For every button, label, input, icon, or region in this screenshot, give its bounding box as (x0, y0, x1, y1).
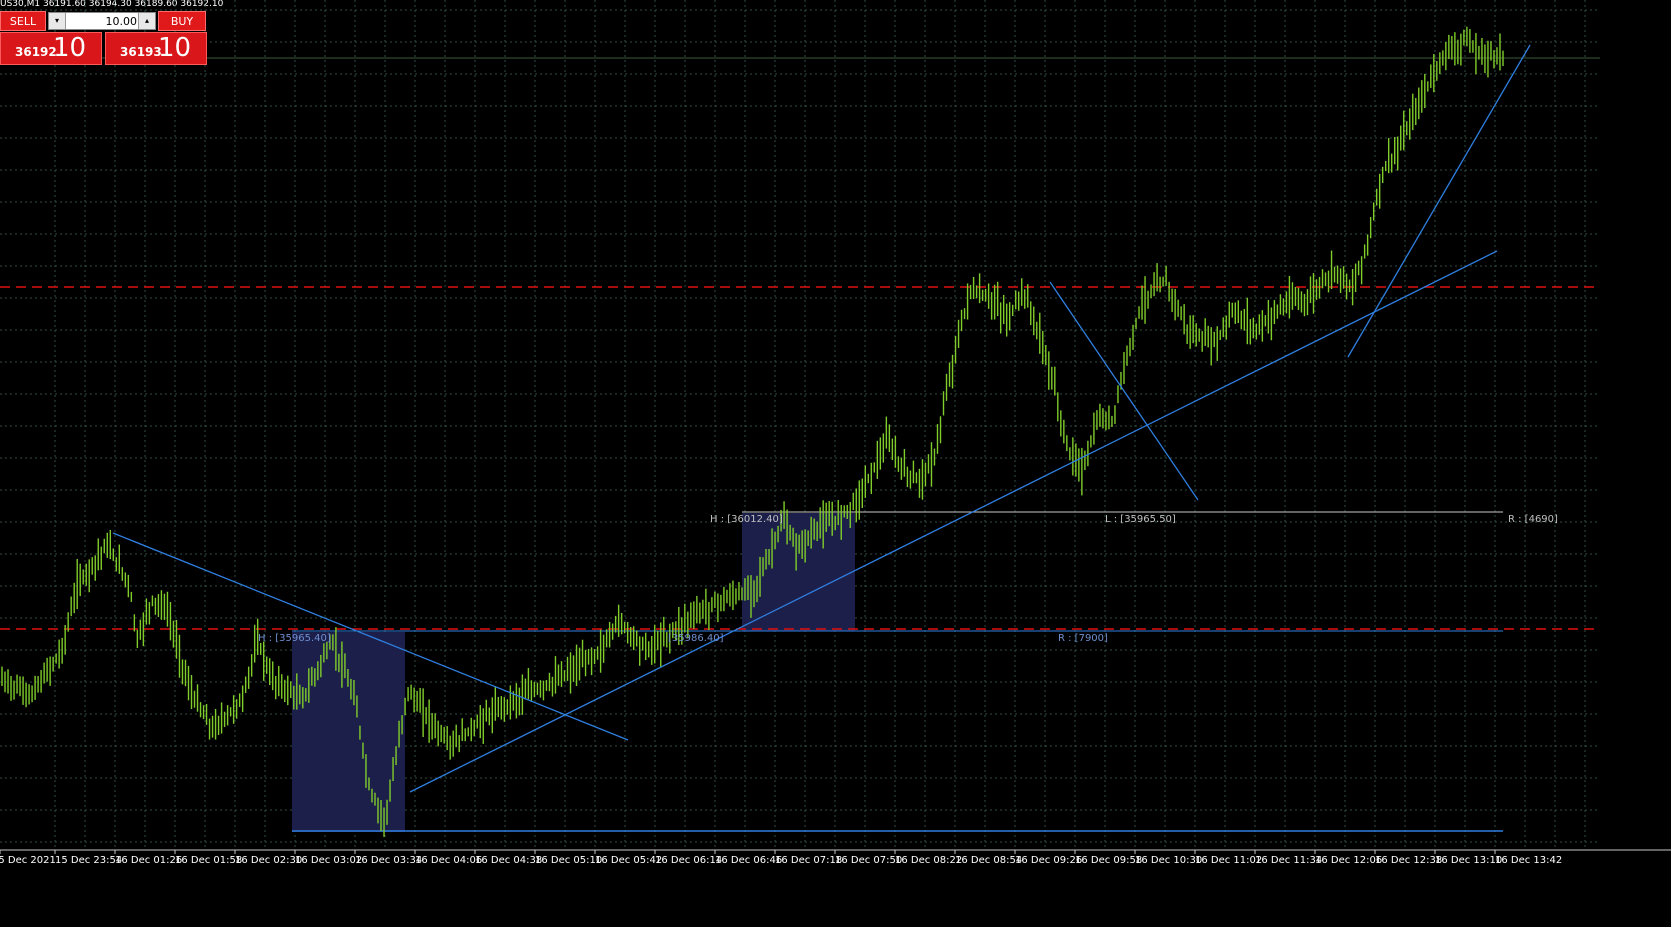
low-label: L : [35965.50] (1105, 514, 1176, 525)
box-high-label-1: H : [35965.40] (258, 633, 331, 644)
range-label-2: R : [7900] (1058, 633, 1108, 644)
time-label: 16 Dec 07:50 (835, 855, 902, 866)
sell-price-main: 36192 (15, 45, 57, 59)
range-label-1: R : [4690] (1508, 514, 1558, 525)
sell-button[interactable]: SELL (0, 11, 46, 31)
range-box-2 (742, 513, 855, 631)
time-label: 16 Dec 11:34 (1255, 855, 1322, 866)
time-label: 16 Dec 03:34 (355, 855, 422, 866)
buy-price-main: 36193 (120, 45, 162, 59)
time-label: 16 Dec 05:42 (595, 855, 662, 866)
lot-increase-icon[interactable]: ▴ (138, 13, 155, 29)
one-click-trade-panel: SELL ▾ ▴ BUY 36192 10 36193 10 (0, 10, 208, 67)
time-label: 16 Dec 03:02 (295, 855, 362, 866)
buy-button[interactable]: BUY (158, 11, 206, 31)
time-label: 15 Dec 2021 (0, 855, 56, 866)
mid-level-label: [35986.40] (668, 633, 724, 644)
box-high-label-2: H : [36012.40] (710, 514, 783, 525)
buy-price-button[interactable]: 36193 10 (105, 32, 207, 65)
time-label: 16 Dec 04:38 (475, 855, 542, 866)
range-box-1 (292, 632, 405, 832)
time-label: 16 Dec 13:10 (1435, 855, 1502, 866)
time-label: 16 Dec 01:58 (175, 855, 242, 866)
time-label: 16 Dec 06:14 (655, 855, 722, 866)
time-label: 16 Dec 12:06 (1315, 855, 1382, 866)
time-label: 16 Dec 02:30 (235, 855, 302, 866)
time-label: 16 Dec 01:26 (115, 855, 182, 866)
buy-price-big: 10 (158, 33, 192, 63)
time-label: 15 Dec 23:54 (55, 855, 122, 866)
time-label: 16 Dec 10:30 (1135, 855, 1202, 866)
sell-price-button[interactable]: 36192 10 (0, 32, 102, 65)
trend-line (409, 250, 1498, 793)
time-label: 16 Dec 05:10 (535, 855, 602, 866)
time-label: 16 Dec 04:06 (415, 855, 482, 866)
time-label: 16 Dec 12:38 (1375, 855, 1442, 866)
time-label: 16 Dec 06:46 (715, 855, 782, 866)
sell-price-big: 10 (53, 33, 87, 63)
time-label: 16 Dec 08:22 (895, 855, 962, 866)
time-label: 16 Dec 11:02 (1195, 855, 1262, 866)
lot-decrease-icon[interactable]: ▾ (49, 13, 66, 29)
lot-size-input[interactable] (67, 13, 139, 29)
time-label: 16 Dec 13:42 (1495, 855, 1562, 866)
lot-stepper: ▾ ▴ (48, 12, 156, 30)
time-label: 16 Dec 07:18 (775, 855, 842, 866)
time-label: 16 Dec 09:58 (1075, 855, 1142, 866)
price-chart[interactable]: H : [35965.40] H : [36012.40] L : [35965.5… (0, 0, 1671, 927)
time-label: 16 Dec 08:54 (955, 855, 1022, 866)
time-label: 16 Dec 09:26 (1015, 855, 1082, 866)
